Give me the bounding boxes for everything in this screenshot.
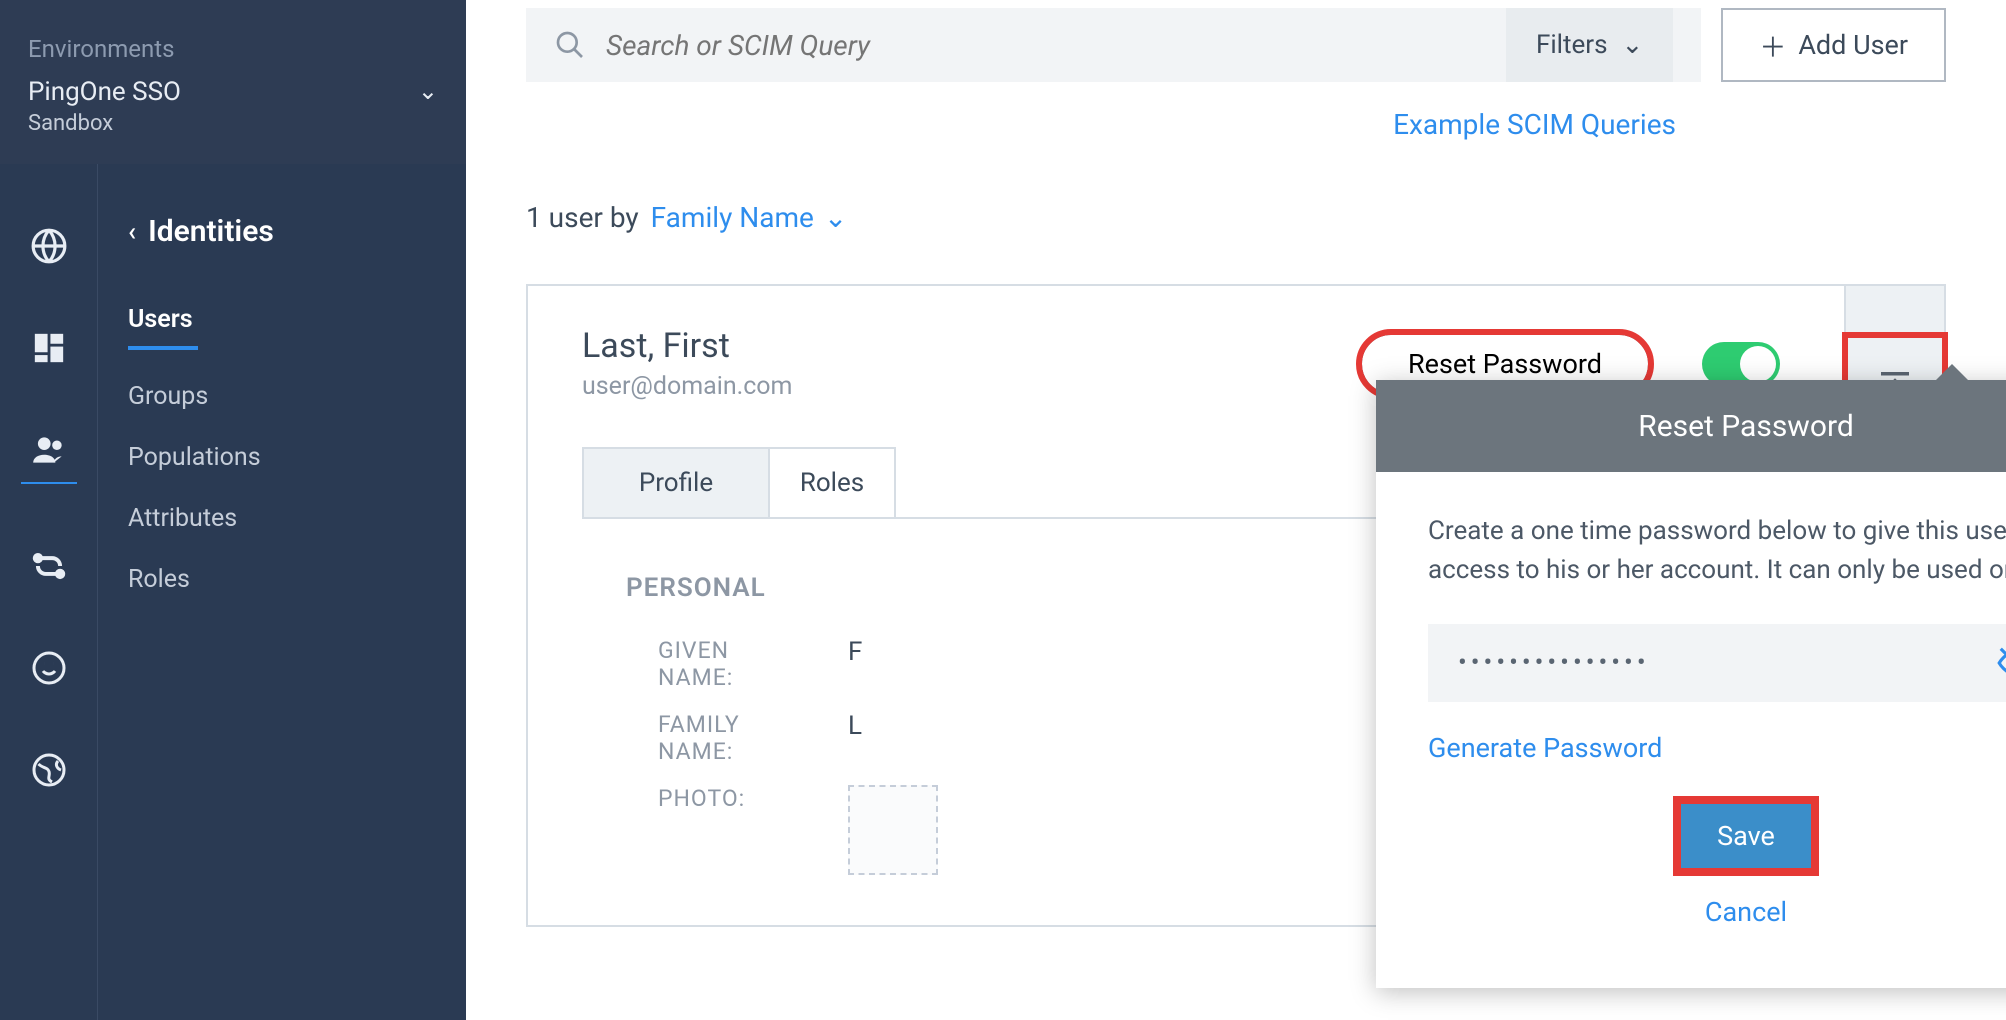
filters-button[interactable]: Filters ⌄ (1506, 8, 1673, 82)
sort-selector[interactable]: Family Name ⌄ (651, 201, 848, 234)
given-name-value: F (848, 637, 862, 691)
sidebar-item-roles[interactable]: Roles (128, 549, 436, 610)
plus-icon: ＋ (1759, 26, 1786, 65)
environment-selector[interactable]: PingOne SSO Sandbox ⌄ (28, 77, 438, 136)
environments-label: Environments (28, 35, 438, 63)
user-display-name: Last, First (582, 326, 793, 366)
world-icon[interactable] (29, 750, 69, 790)
reset-password-popover: Reset Password ✕ Create a one time passw… (1376, 380, 2006, 988)
environment-name: PingOne SSO (28, 77, 181, 107)
result-count: 1 user by Family Name ⌄ (526, 201, 1946, 234)
user-email: user@domain.com (582, 372, 793, 401)
users-icon[interactable] (29, 430, 69, 470)
experience-icon[interactable] (29, 648, 69, 688)
sidebar-item-attributes[interactable]: Attributes (128, 488, 436, 549)
sidebar-item-users[interactable]: Users (128, 289, 436, 366)
main-content: Filters ⌄ ＋ Add User Example SCIM Querie… (466, 0, 2006, 1020)
search-icon (554, 29, 586, 61)
sidebar-item-groups[interactable]: Groups (128, 366, 436, 427)
back-caret-icon: ‹ (128, 217, 136, 247)
chevron-down-icon: ⌄ (418, 77, 438, 105)
dashboard-icon[interactable] (29, 328, 69, 368)
eye-slash-icon[interactable] (1996, 644, 2006, 682)
user-enabled-toggle[interactable] (1702, 342, 1780, 386)
search-wrapper: Filters ⌄ (526, 8, 1701, 82)
chevron-down-icon: ⌄ (824, 201, 847, 234)
cancel-link[interactable]: Cancel (1705, 896, 1787, 928)
active-rail-indicator (21, 482, 77, 484)
search-input[interactable] (606, 29, 1486, 62)
password-masked: ••••••••••••••• (1458, 648, 1650, 678)
example-scim-link[interactable]: Example SCIM Queries (526, 108, 1946, 141)
environment-header: Environments PingOne SSO Sandbox ⌄ (0, 0, 466, 164)
toolbar: Filters ⌄ ＋ Add User (526, 0, 1946, 90)
photo-label: PHOTO: (658, 785, 788, 875)
submenu: ‹ Identities Users Groups Populations At… (98, 164, 466, 1020)
submenu-title[interactable]: ‹ Identities (128, 214, 436, 249)
password-input[interactable]: ••••••••••••••• (1428, 624, 2006, 702)
save-button[interactable]: Save (1681, 804, 1811, 868)
popover-header: Reset Password ✕ (1376, 380, 2006, 472)
given-name-label: GIVEN NAME: (658, 637, 788, 691)
environment-subname: Sandbox (28, 111, 181, 136)
sidebar-item-populations[interactable]: Populations (128, 427, 436, 488)
connections-icon[interactable] (29, 546, 69, 586)
popover-description: Create a one time password below to give… (1428, 512, 2006, 590)
family-name-value: L (848, 711, 862, 765)
generate-password-link[interactable]: Generate Password (1428, 732, 2006, 764)
family-name-label: FAMILY NAME: (658, 711, 788, 765)
icon-rail (0, 164, 98, 1020)
tab-roles[interactable]: Roles (768, 447, 896, 517)
chevron-down-icon: ⌄ (1622, 30, 1644, 60)
globe-icon[interactable] (29, 226, 69, 266)
photo-placeholder (848, 785, 938, 875)
tab-profile[interactable]: Profile (582, 447, 770, 517)
sidebar: Environments PingOne SSO Sandbox ⌄ (0, 0, 466, 1020)
add-user-button[interactable]: ＋ Add User (1721, 8, 1946, 82)
